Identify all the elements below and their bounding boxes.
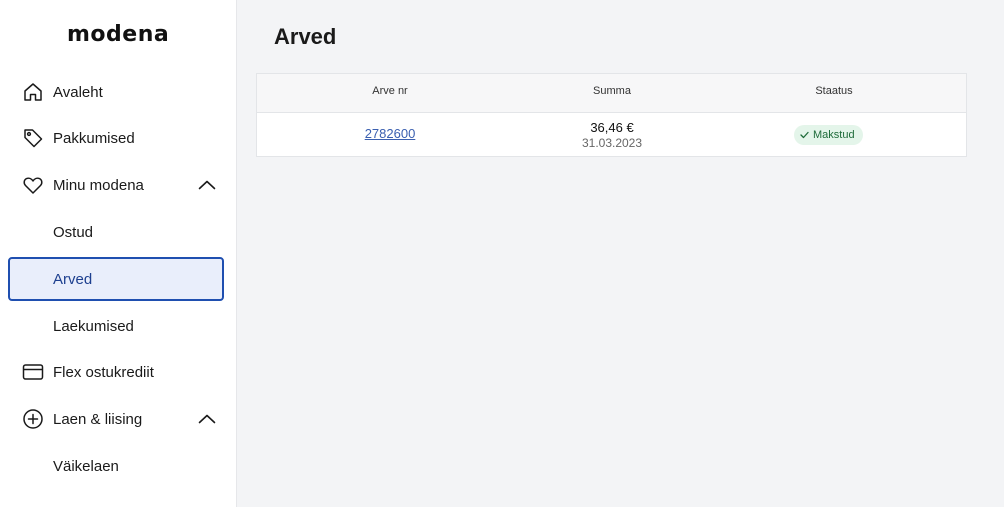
column-header-staatus: Staatus bbox=[815, 85, 853, 97]
tag-icon bbox=[22, 127, 44, 149]
check-icon bbox=[800, 131, 809, 139]
invoice-date: 31.03.2023 bbox=[581, 136, 643, 150]
heart-icon bbox=[22, 174, 44, 196]
table-header: Arve nr Summa Staatus bbox=[257, 74, 966, 113]
chevron-up-icon[interactable] bbox=[198, 178, 216, 192]
modena-logo[interactable]: modena bbox=[67, 22, 169, 47]
sidebar-item-label: Ostud bbox=[53, 223, 94, 241]
chevron-up-icon[interactable] bbox=[198, 412, 216, 426]
sidebar-item-avaleht[interactable]: Avaleht bbox=[8, 70, 224, 114]
column-header-summa: Summa bbox=[593, 85, 631, 97]
sidebar-item-vaikelaen[interactable]: Väikelaen bbox=[8, 444, 224, 488]
credit-card-icon bbox=[22, 361, 44, 383]
sidebar-item-flex-ostukrediit[interactable]: Flex ostukrediit bbox=[8, 350, 224, 394]
table-row: 2782600 36,46 € 31.03.2023 Makstud bbox=[257, 113, 966, 157]
invoice-amount: 36,46 € bbox=[590, 120, 634, 135]
sidebar-item-laen-liising[interactable]: Laen & liising bbox=[8, 397, 224, 441]
sidebar-item-label: Väikelaen bbox=[53, 457, 119, 475]
sidebar-item-label: Flex ostukrediit bbox=[53, 363, 154, 381]
main-content: Arved Arve nr Summa Staatus 2782600 36,4… bbox=[238, 0, 1004, 507]
invoices-table: Arve nr Summa Staatus 2782600 36,46 € 31… bbox=[256, 73, 967, 157]
sidebar-item-pakkumised[interactable]: Pakkumised bbox=[8, 116, 224, 160]
sidebar-item-label: Minu modena bbox=[53, 176, 144, 194]
page-title: Arved bbox=[274, 24, 337, 49]
sidebar-item-minu-modena[interactable]: Minu modena bbox=[8, 163, 224, 207]
status-text: Makstud bbox=[813, 129, 855, 141]
sidebar-item-label: Pakkumised bbox=[53, 129, 135, 147]
sidebar-item-ostud[interactable]: Ostud bbox=[8, 210, 224, 254]
sidebar-item-label: Laekumised bbox=[53, 317, 134, 335]
sidebar-item-label: Laen & liising bbox=[53, 410, 143, 428]
home-icon bbox=[22, 81, 44, 103]
sidebar-item-label: Avaleht bbox=[53, 83, 103, 101]
sidebar: modena Avaleht Pakkumised Minu modena Os… bbox=[0, 0, 237, 507]
column-header-arve-nr: Arve nr bbox=[372, 85, 408, 97]
invoice-number-link[interactable]: 2782600 bbox=[290, 126, 490, 141]
sidebar-item-laekumised[interactable]: Laekumised bbox=[8, 304, 224, 348]
plus-circle-icon bbox=[22, 408, 44, 430]
sidebar-item-arved[interactable]: Arved bbox=[8, 257, 224, 301]
sidebar-item-label: Arved bbox=[53, 270, 93, 288]
status-badge: Makstud bbox=[794, 125, 863, 145]
